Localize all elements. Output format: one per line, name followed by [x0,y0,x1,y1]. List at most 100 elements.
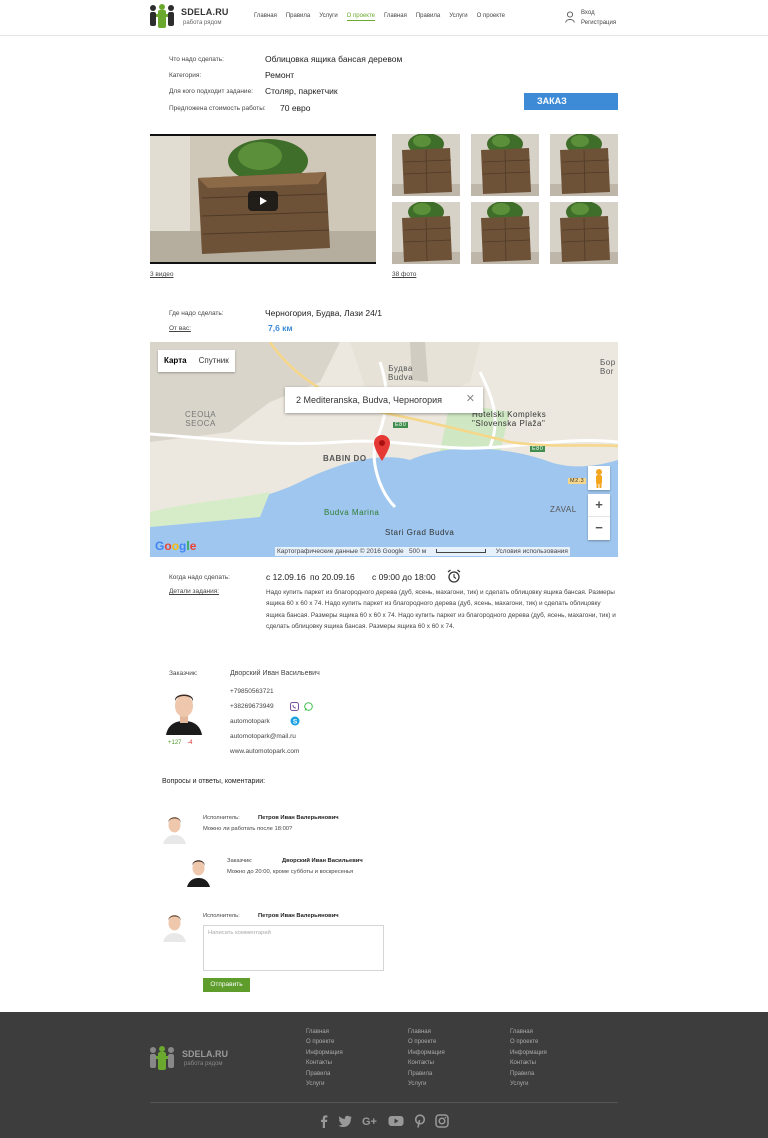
nav-item[interactable]: Услуги [449,13,467,21]
map-label-bor: Бор Bor [600,358,616,376]
customer-email[interactable]: automotopark@mail.ru [230,733,296,740]
nav-item-active[interactable]: О проекте [346,13,375,21]
nav-item[interactable]: Правила [286,13,310,21]
what-label: Что надо сделать: [169,56,224,63]
map-label-m23: M2.3 [568,478,587,484]
brand-name: SDELA.RU [181,7,229,17]
date-to: по 20.09.16 [310,572,355,582]
youtube-icon[interactable] [388,1114,404,1128]
customer-phone-1: +79850563721 [230,688,274,695]
customer-rating: +127 -4 [168,740,193,746]
distance-label[interactable]: От вас: [169,325,191,332]
nav-item[interactable]: Услуги [319,13,337,21]
nav-item[interactable]: Главная [384,13,407,21]
videos-link[interactable]: 3 видео [150,271,174,278]
map-label-babin-do: BABIN DO [323,454,367,463]
street-view-icon[interactable] [588,466,610,490]
map-marker-icon[interactable] [374,435,390,461]
photo-thumbnail[interactable] [471,202,539,264]
nav-item[interactable]: Правила [416,13,440,21]
footer-link[interactable]: Услуги [306,1079,343,1089]
footer-logo-icon[interactable] [150,1046,174,1072]
footer-link[interactable]: О проекте [306,1037,343,1047]
nav-item[interactable]: Главная [254,13,277,21]
footer-link[interactable]: Информация [510,1048,547,1058]
details-label[interactable]: Детали задания: [169,588,219,595]
photo-thumbnail[interactable] [471,134,539,196]
twitter-icon[interactable] [338,1114,352,1128]
footer-link[interactable]: Контакты [408,1058,445,1068]
play-button-icon[interactable] [248,191,278,211]
footer-link[interactable]: Контакты [510,1058,547,1068]
nav-item[interactable]: О проекте [477,13,505,21]
footer-link[interactable]: Правила [306,1069,343,1079]
map-data-credit: Картографические данные © 2016 Google [277,548,404,555]
footer-column-1: Главная О проекте Информация Контакты Пр… [306,1027,343,1089]
whatsapp-icon[interactable] [304,702,313,711]
footer-link[interactable]: Информация [408,1048,445,1058]
time-range: с 09:00 до 18:00 [372,572,436,582]
close-icon[interactable]: ✕ [466,392,475,405]
user-icon[interactable] [565,11,575,23]
skype-icon[interactable]: S [290,716,300,726]
logo[interactable]: SDELA.RU работа рядом [150,4,230,32]
send-button[interactable]: Отправить [203,978,250,992]
map-type-map[interactable]: Карта [158,350,193,372]
customer-website[interactable]: www.automotopark.com [230,748,299,755]
brand-tagline: работа рядом [183,20,222,26]
footer-link[interactable]: Контакты [306,1058,343,1068]
footer-link[interactable]: Правила [408,1069,445,1079]
footer-link[interactable]: Главная [306,1027,343,1037]
photo-thumbnail[interactable] [392,134,460,196]
form-author: Петров Иван Валерьянович [258,913,339,919]
order-button[interactable]: ЗАКАЗ [524,93,618,110]
logo-icon [150,4,174,28]
comments-title: Вопросы и ответы, коментарии: [162,778,266,785]
zoom-in-button[interactable]: + [588,494,610,517]
facebook-icon[interactable] [317,1114,331,1128]
zoom-out-button[interactable]: − [588,517,610,540]
footer-link[interactable]: Услуги [510,1079,547,1089]
alarm-clock-icon [447,569,461,583]
footer-link[interactable]: Услуги [408,1079,445,1089]
map-label-marina: Budva Marina [324,508,380,517]
what-value: Облицовка ящика бансая деревом [265,54,403,64]
map-label-budva: Будва Budva [388,364,414,382]
footer-link[interactable]: О проекте [408,1037,445,1047]
customer-name: Дворский Иван Васильевич [230,670,320,677]
date-from: с 12.09.16 [266,572,306,582]
instagram-icon[interactable] [435,1114,449,1128]
form-role: Исполнитель: [203,913,240,919]
map-label-seoca: СЕОЦА SEOCA [185,410,217,428]
login-link[interactable]: Вход [581,8,616,18]
comment-input[interactable]: Написать комментарий [203,925,384,971]
map[interactable]: Будва Budva СЕОЦА SEOCA BABIN DO Hotelsk… [150,342,618,557]
google-plus-icon[interactable]: G+ [362,1114,378,1128]
footer-link[interactable]: Информация [306,1048,343,1058]
footer-link[interactable]: О проекте [510,1037,547,1047]
footer-link[interactable]: Главная [408,1027,445,1037]
auth-links: Вход Регистрация [581,8,616,28]
svg-text:S: S [293,718,298,725]
footer-link[interactable]: Главная [510,1027,547,1037]
map-label-zaval: ZAVAL [550,505,577,514]
map-terms-link[interactable]: Условия использования [496,548,568,555]
map-info-popup: 2 Mediteranska, Budva, Черногория ✕ [285,387,483,413]
for-whom-label: Для кого подходит задание: [169,88,253,95]
comment-text: Можно ли работать после 18:00? [203,826,293,832]
photo-thumbnail[interactable] [550,202,618,264]
pinterest-icon[interactable] [413,1114,427,1128]
photos-link[interactable]: 38 фото [392,271,416,278]
viber-icon[interactable] [290,702,299,711]
photo-thumbnail[interactable] [392,202,460,264]
photo-thumbnail[interactable] [550,134,618,196]
video-player[interactable] [150,134,376,264]
google-logo: Google [155,539,197,553]
when-label: Когда надо сделать: [169,574,230,581]
map-type-satellite[interactable]: Спутник [193,350,235,372]
form-avatar [162,913,187,942]
footer-link[interactable]: Правила [510,1069,547,1079]
register-link[interactable]: Регистрация [581,18,616,28]
reply-role: Заказчик: [227,858,253,864]
category-value: Ремонт [265,70,295,80]
